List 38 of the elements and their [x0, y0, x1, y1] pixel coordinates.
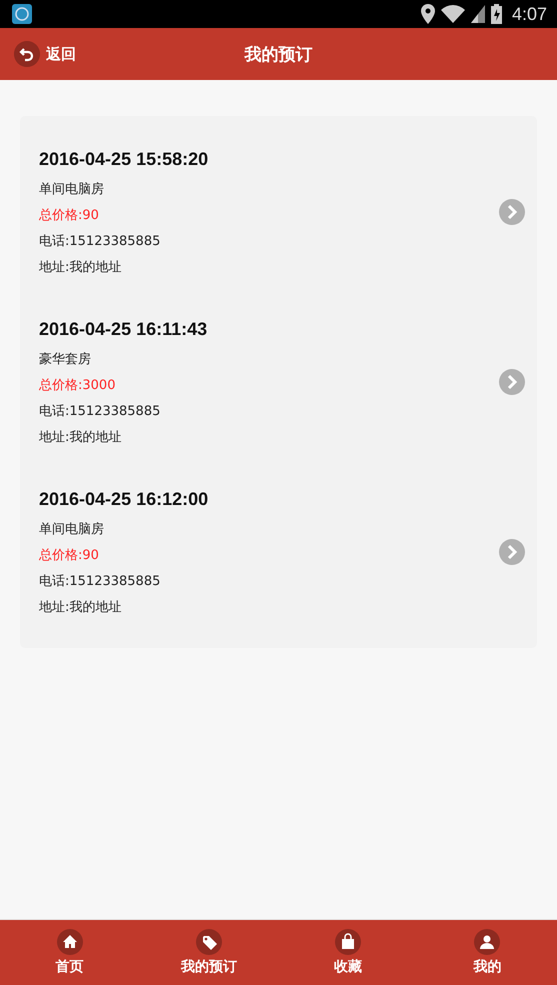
signal-icon	[470, 5, 485, 23]
back-button[interactable]: 返回	[14, 41, 76, 67]
house-icon	[56, 929, 83, 955]
address: 地址:我的地址	[39, 598, 122, 616]
room-type: 单间电脑房	[39, 520, 105, 538]
app-icon	[12, 4, 32, 24]
tag-icon	[196, 929, 222, 955]
chevron-right-icon	[499, 199, 525, 225]
order-time: 2016-04-25 16:11:43	[39, 318, 208, 340]
tab-item[interactable]: 收藏	[278, 920, 418, 985]
tab-item[interactable]: 我的	[418, 920, 557, 985]
address: 地址:我的地址	[39, 428, 122, 446]
person-icon	[474, 929, 500, 955]
clock-time: 4:07	[512, 4, 547, 24]
order-time: 2016-04-25 15:58:20	[39, 148, 210, 170]
total-price: 总价格:90	[39, 206, 100, 224]
total-price: 总价格:3000	[39, 376, 116, 394]
order-time: 2016-04-25 16:12:00	[39, 488, 210, 510]
wifi-icon	[440, 5, 465, 23]
phone-number: 电话:15123385885	[39, 402, 162, 420]
back-arrow-icon	[14, 41, 40, 67]
tab-item[interactable]: 首页	[0, 920, 140, 985]
chevron-right-icon	[499, 369, 525, 395]
order-item[interactable]: 2016-04-25 15:58:20 单间电脑房 总价格:90 电话:15123385885 地址:我的地址	[20, 126, 537, 296]
room-type: 单间电脑房	[39, 180, 105, 198]
total-price: 总价格:90	[39, 546, 100, 564]
location-icon	[420, 4, 435, 24]
page-title: 我的预订	[244, 44, 312, 66]
address: 地址:我的地址	[39, 258, 122, 276]
chevron-right-icon	[499, 539, 525, 565]
phone-number: 电话:15123385885	[39, 232, 162, 250]
room-type: 豪华套房	[39, 350, 92, 368]
tab-item[interactable]: 我的预订	[139, 920, 278, 985]
order-item[interactable]: 2016-04-25 16:12:00 单间电脑房 总价格:90 电话:15123385885 地址:我的地址	[20, 466, 537, 636]
bag-icon	[335, 929, 362, 955]
order-item[interactable]: 2016-04-25 16:11:43 豪华套房 总价格:3000 电话:15123385885 地址:我的地址	[20, 296, 537, 466]
phone-number: 电话:15123385885	[39, 572, 162, 590]
battery-icon	[490, 4, 502, 24]
